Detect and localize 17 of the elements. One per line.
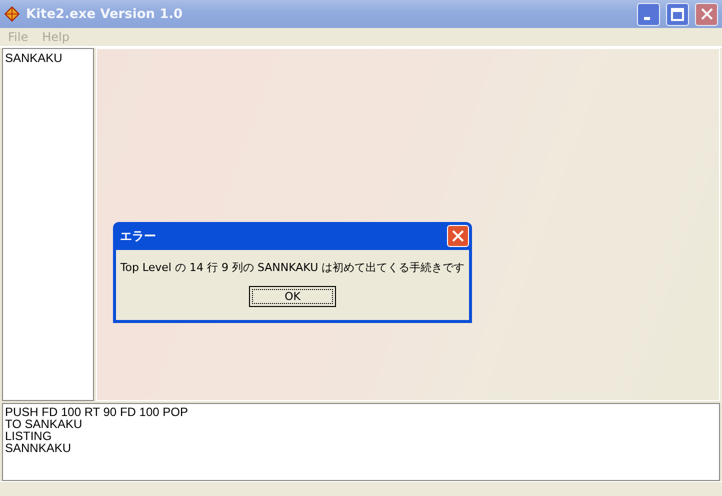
console-line: SANNKAKU bbox=[5, 442, 72, 454]
minimize-button[interactable] bbox=[637, 2, 660, 26]
close-icon bbox=[700, 8, 712, 20]
ok-button[interactable]: OK bbox=[249, 286, 336, 307]
console-line: LISTING bbox=[5, 430, 53, 442]
window-title: Kite2.exe Version 1.0 bbox=[26, 6, 184, 22]
close-icon bbox=[452, 230, 464, 242]
error-message: Top Level の 14 行 9 列の SANNKAKU は初めて出てくる手続きです bbox=[120, 260, 465, 275]
minimize-icon bbox=[644, 16, 650, 20]
list-item[interactable]: SANKAKU bbox=[5, 51, 91, 65]
dialog-title: エラー bbox=[120, 228, 157, 244]
console-line: PUSH FD 100 RT 90 FD 100 POP bbox=[5, 406, 189, 418]
maximize-icon bbox=[671, 8, 684, 20]
console-line: TO SANKAKU bbox=[5, 418, 84, 430]
kite-icon bbox=[4, 6, 20, 22]
close-button[interactable] bbox=[695, 2, 718, 26]
maximize-button[interactable] bbox=[666, 2, 689, 26]
